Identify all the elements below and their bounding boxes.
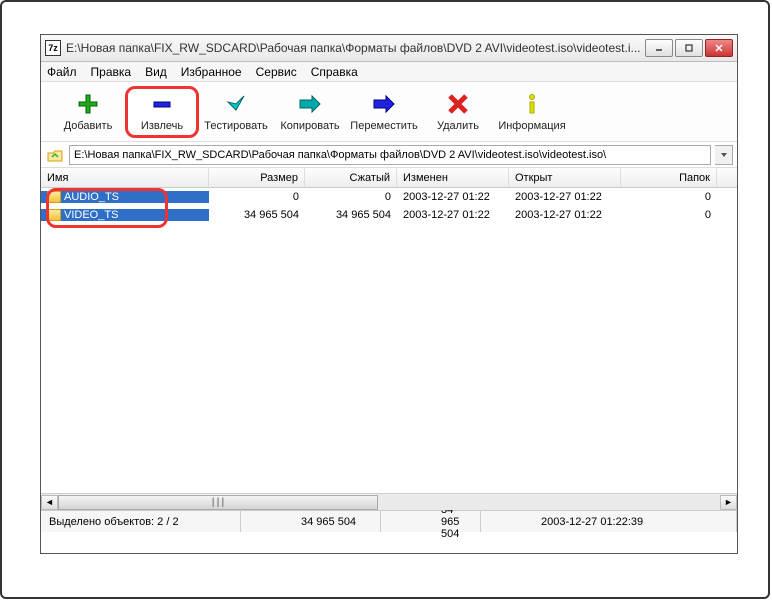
menu-tools[interactable]: Сервис [256,65,297,79]
test-button[interactable]: Тестировать [199,86,273,138]
plus-icon [76,92,100,116]
row-size: 0 [209,191,305,203]
address-input[interactable] [69,145,711,165]
row-modified: 2003-12-27 01:22 [397,191,509,203]
address-dropdown[interactable] [715,145,733,165]
list-item[interactable]: VIDEO_TS 34 965 504 34 965 504 2003-12-2… [41,206,737,224]
row-packed: 0 [305,191,397,203]
status-size: 34 965 504 [241,511,381,532]
move-button[interactable]: Переместить [347,86,421,138]
column-headers: Имя Размер Сжатый Изменен Открыт Папок [41,168,737,188]
move-label: Переместить [350,120,417,132]
delete-label: Удалить [437,120,479,132]
check-icon [224,92,248,116]
menu-favorites[interactable]: Избранное [181,65,242,79]
row-opened: 2003-12-27 01:22 [509,209,621,221]
row-name: VIDEO_TS [64,209,118,221]
copy-label: Копировать [280,120,339,132]
menu-view[interactable]: Вид [145,65,167,79]
row-size: 34 965 504 [209,209,305,221]
header-modified[interactable]: Изменен [397,168,509,187]
minus-icon [150,92,174,116]
addressbar [41,142,737,168]
scroll-thumb[interactable]: ┃┃┃ [58,495,378,510]
close-button[interactable] [705,39,733,57]
status-selected: Выделено объектов: 2 / 2 [41,511,241,532]
test-label: Тестировать [204,120,268,132]
statusbar: Выделено объектов: 2 / 2 34 965 504 34 9… [41,510,737,532]
scroll-right-icon[interactable]: ► [720,495,737,510]
delete-x-icon [446,92,470,116]
row-name: AUDIO_TS [64,191,119,203]
copy-arrow-icon [298,92,322,116]
info-label: Информация [498,120,565,132]
header-packed[interactable]: Сжатый [305,168,397,187]
scroll-left-icon[interactable]: ◄ [41,495,58,510]
add-label: Добавить [64,120,113,132]
row-modified: 2003-12-27 01:22 [397,209,509,221]
row-opened: 2003-12-27 01:22 [509,191,621,203]
info-button[interactable]: Информация [495,86,569,138]
menu-edit[interactable]: Правка [91,65,132,79]
up-folder-icon[interactable] [45,145,65,165]
toolbar: Добавить Извлечь Тестировать Копировать … [41,82,737,142]
status-date: 2003-12-27 01:22:39 [481,511,737,532]
menu-file[interactable]: Файл [47,65,77,79]
row-packed: 34 965 504 [305,209,397,221]
file-list[interactable]: AUDIO_TS 0 0 2003-12-27 01:22 2003-12-27… [41,188,737,510]
row-folders: 0 [621,209,717,221]
list-item[interactable]: AUDIO_TS 0 0 2003-12-27 01:22 2003-12-27… [41,188,737,206]
info-icon [520,92,544,116]
scroll-track[interactable]: ┃┃┃ [58,495,720,510]
menu-help[interactable]: Справка [311,65,358,79]
menubar: Файл Правка Вид Избранное Сервис Справка [41,62,737,82]
row-folders: 0 [621,191,717,203]
app-window: 7z E:\Новая папка\FIX_RW_SDCARD\Рабочая … [40,34,738,554]
maximize-button[interactable] [675,39,703,57]
header-folders[interactable]: Папок [621,168,717,187]
window-title: E:\Новая папка\FIX_RW_SDCARD\Рабочая пап… [66,41,645,55]
extract-button[interactable]: Извлечь [125,86,199,138]
extract-label: Извлечь [141,120,183,132]
move-arrow-icon [372,92,396,116]
add-button[interactable]: Добавить [51,86,125,138]
copy-button[interactable]: Копировать [273,86,347,138]
status-packed: 34 965 504 [381,511,481,532]
horizontal-scrollbar[interactable]: ◄ ┃┃┃ ► [41,493,737,510]
app-icon: 7z [45,40,61,56]
header-size[interactable]: Размер [209,168,305,187]
header-name[interactable]: Имя [41,168,209,187]
minimize-button[interactable] [645,39,673,57]
titlebar[interactable]: 7z E:\Новая папка\FIX_RW_SDCARD\Рабочая … [41,35,737,62]
delete-button[interactable]: Удалить [421,86,495,138]
folder-icon [47,191,61,203]
folder-icon [47,209,61,221]
header-opened[interactable]: Открыт [509,168,621,187]
